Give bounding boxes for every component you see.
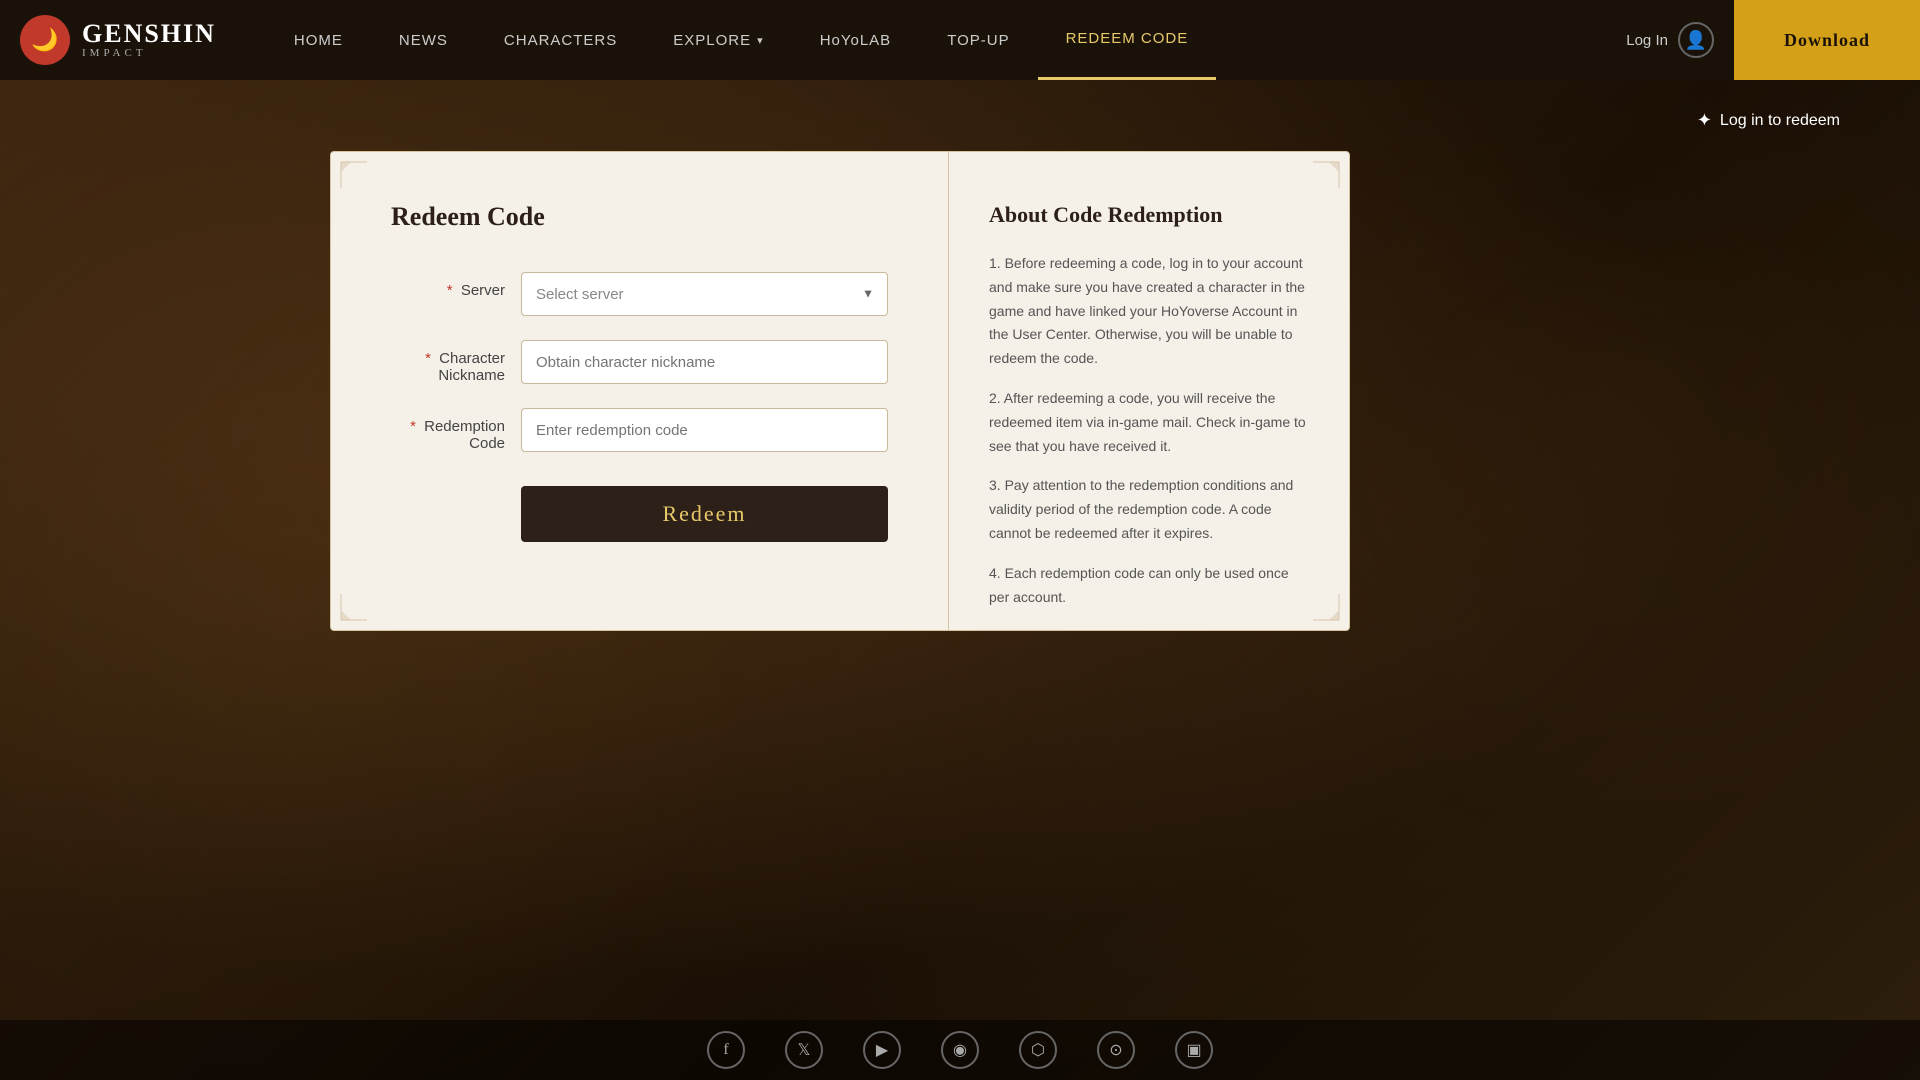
server-group: * Server Select server America Europe As… bbox=[391, 272, 888, 316]
logo-genshin: GENSHIN bbox=[82, 21, 216, 47]
star-icon: ✦ bbox=[1697, 110, 1712, 131]
about-text: 1. Before redeeming a code, log in to yo… bbox=[989, 252, 1309, 609]
login-label: Log In bbox=[1626, 32, 1668, 49]
required-star-3: * bbox=[410, 418, 416, 435]
about-title: About Code Redemption bbox=[989, 202, 1309, 228]
redemption-code-input[interactable] bbox=[521, 408, 888, 452]
social-discord[interactable]: ⬡ bbox=[1019, 1031, 1057, 1069]
social-instagram[interactable]: ◉ bbox=[941, 1031, 979, 1069]
log-in-to-redeem[interactable]: ✦ Log in to redeem bbox=[1697, 110, 1920, 131]
corner-decor-tl bbox=[339, 160, 369, 190]
explore-chevron-icon: ▾ bbox=[757, 34, 764, 47]
right-panel: About Code Redemption 1. Before redeemin… bbox=[949, 152, 1349, 630]
corner-decor-bl bbox=[339, 592, 369, 622]
youtube-icon: ▶ bbox=[876, 1040, 888, 1060]
redeem-button[interactable]: Redeem bbox=[521, 486, 888, 542]
server-label: * Server bbox=[391, 272, 521, 299]
navbar-left: 🌙 GENSHIN IMPACT HOME NEWS CHARACTERS EX… bbox=[0, 0, 1216, 80]
logo-impact: IMPACT bbox=[82, 47, 216, 59]
nav-topup[interactable]: TOP-UP bbox=[919, 0, 1037, 80]
main-content: ✦ Log in to redeem bbox=[0, 80, 1920, 1080]
navbar-right: Log In 👤 Download bbox=[1606, 0, 1920, 80]
corner-decor-tr bbox=[1311, 160, 1341, 190]
logo-text: GENSHIN IMPACT bbox=[82, 21, 216, 59]
footer: f 𝕏 ▶ ◉ ⬡ ⊙ ▣ bbox=[0, 1020, 1920, 1080]
social-youtube[interactable]: ▶ bbox=[863, 1031, 901, 1069]
twitter-icon: 𝕏 bbox=[798, 1040, 811, 1060]
about-point-2: 2. After redeeming a code, you will rece… bbox=[989, 387, 1309, 458]
discord-icon: ⬡ bbox=[1031, 1040, 1045, 1060]
nav-news[interactable]: NEWS bbox=[371, 0, 476, 80]
download-button[interactable]: Download bbox=[1734, 0, 1920, 80]
social-reddit[interactable]: ⊙ bbox=[1097, 1031, 1135, 1069]
redemption-code-group: * RedemptionCode bbox=[391, 408, 888, 452]
about-point-4: 4. Each redemption code can only be used… bbox=[989, 562, 1309, 610]
user-icon: 👤 bbox=[1678, 22, 1714, 58]
form-title: Redeem Code bbox=[391, 202, 888, 232]
redeem-card: Redeem Code * Server Select server Ameri… bbox=[330, 151, 1350, 631]
nav-home[interactable]: HOME bbox=[266, 0, 371, 80]
nav-characters[interactable]: CHARACTERS bbox=[476, 0, 645, 80]
social-twitter[interactable]: 𝕏 bbox=[785, 1031, 823, 1069]
logo-icon: 🌙 bbox=[20, 15, 70, 65]
required-star: * bbox=[447, 282, 453, 299]
left-panel: Redeem Code * Server Select server Ameri… bbox=[331, 152, 949, 630]
login-button[interactable]: Log In 👤 bbox=[1606, 0, 1734, 80]
nav-links: HOME NEWS CHARACTERS EXPLORE ▾ HoYoLAB T… bbox=[266, 0, 1216, 80]
corner-decor-br bbox=[1311, 592, 1341, 622]
about-point-3: 3. Pay attention to the redemption condi… bbox=[989, 474, 1309, 545]
nickname-label: * CharacterNickname bbox=[391, 340, 521, 384]
social-facebook[interactable]: f bbox=[707, 1031, 745, 1069]
bilibili-icon: ▣ bbox=[1186, 1040, 1201, 1060]
nav-redeem-code[interactable]: REDEEM CODE bbox=[1038, 0, 1217, 80]
navbar: 🌙 GENSHIN IMPACT HOME NEWS CHARACTERS EX… bbox=[0, 0, 1920, 80]
nickname-group: * CharacterNickname bbox=[391, 340, 888, 384]
logo-area[interactable]: 🌙 GENSHIN IMPACT bbox=[0, 15, 236, 65]
login-redeem-label: Log in to redeem bbox=[1720, 112, 1840, 130]
code-label: * RedemptionCode bbox=[391, 408, 521, 452]
server-select[interactable]: Select server America Europe Asia TW, HK… bbox=[521, 272, 888, 316]
facebook-icon: f bbox=[723, 1041, 728, 1059]
required-star-2: * bbox=[425, 350, 431, 367]
nav-hoyolab[interactable]: HoYoLAB bbox=[792, 0, 920, 80]
reddit-icon: ⊙ bbox=[1109, 1040, 1122, 1060]
server-select-wrapper: Select server America Europe Asia TW, HK… bbox=[521, 272, 888, 316]
instagram-icon: ◉ bbox=[953, 1040, 967, 1060]
about-point-1: 1. Before redeeming a code, log in to yo… bbox=[989, 252, 1309, 371]
nickname-input[interactable] bbox=[521, 340, 888, 384]
social-bilibili[interactable]: ▣ bbox=[1175, 1031, 1213, 1069]
nav-explore[interactable]: EXPLORE ▾ bbox=[645, 0, 791, 80]
